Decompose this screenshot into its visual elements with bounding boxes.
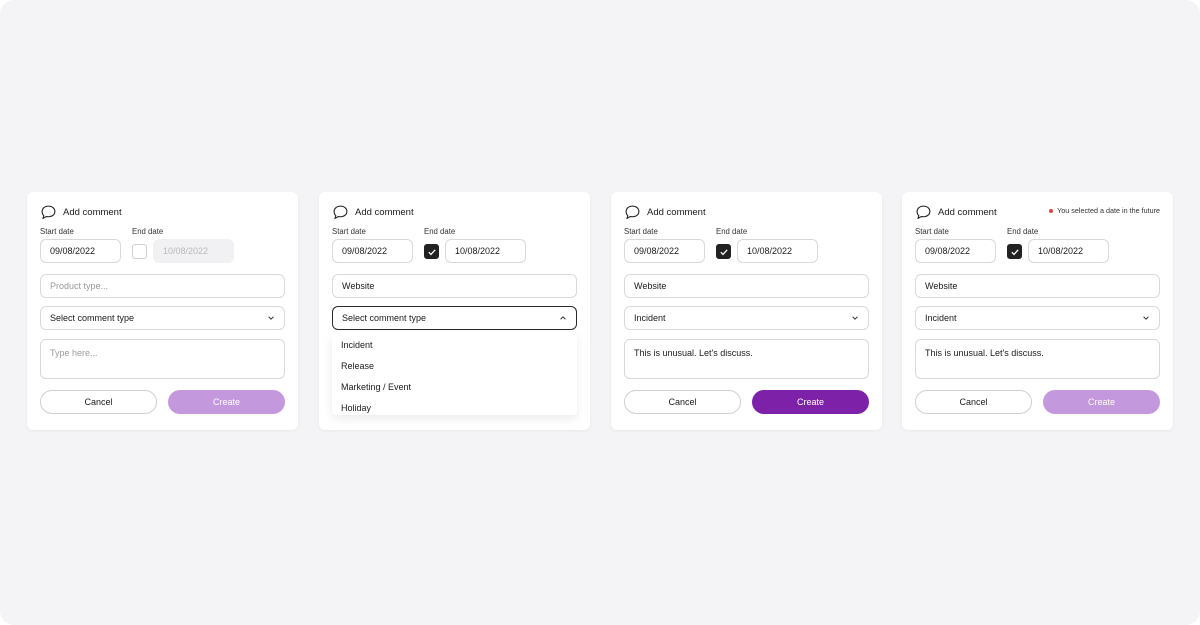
- add-comment-card-warning: Add comment You selected a date in the f…: [902, 192, 1173, 430]
- chevron-down-icon: [852, 316, 858, 320]
- menu-item-marketing-event[interactable]: Marketing / Event: [332, 376, 577, 397]
- end-date-checkbox[interactable]: [132, 244, 147, 259]
- comment-type-select[interactable]: Incident: [915, 306, 1160, 330]
- card-header: Add comment: [624, 203, 706, 221]
- comment-type-select[interactable]: Incident: [624, 306, 869, 330]
- comment-type-select[interactable]: Select comment type: [332, 306, 577, 330]
- chevron-down-icon: [1143, 316, 1149, 320]
- end-date-input[interactable]: 10/08/2022: [153, 239, 234, 263]
- menu-item-incident[interactable]: Incident: [332, 334, 577, 355]
- create-button[interactable]: Create: [1043, 390, 1160, 414]
- select-value: Select comment type: [50, 313, 135, 323]
- cancel-button[interactable]: Cancel: [915, 390, 1032, 414]
- warning-text: You selected a date in the future: [1057, 206, 1160, 215]
- select-value: Select comment type: [342, 313, 427, 323]
- product-type-input[interactable]: Website: [624, 274, 869, 298]
- add-comment-card-empty: Add comment Start date End date 09/08/20…: [27, 192, 298, 430]
- add-comment-card-dropdown: Add comment Start date End date 09/08/20…: [319, 192, 590, 430]
- menu-item-release[interactable]: Release: [332, 355, 577, 376]
- comment-bubble-icon: [916, 205, 931, 219]
- end-date-label: End date: [424, 227, 456, 236]
- cancel-button[interactable]: Cancel: [624, 390, 741, 414]
- comment-bubble-icon: [41, 205, 56, 219]
- comment-textarea[interactable]: This is unusual. Let's discuss.: [915, 339, 1160, 379]
- select-value: Incident: [634, 313, 666, 323]
- card-header: Add comment: [40, 203, 122, 221]
- end-date-checkbox[interactable]: [716, 244, 731, 259]
- add-comment-card-filled: Add comment Start date End date 09/08/20…: [611, 192, 882, 430]
- comment-textarea[interactable]: This is unusual. Let's discuss.: [624, 339, 869, 379]
- start-date-input[interactable]: 09/08/2022: [915, 239, 996, 263]
- start-date-input[interactable]: 09/08/2022: [332, 239, 413, 263]
- card-header: Add comment: [915, 203, 997, 221]
- chevron-up-icon: [560, 316, 566, 320]
- end-date-checkbox[interactable]: [1007, 244, 1022, 259]
- start-date-label: Start date: [624, 227, 658, 236]
- end-date-label: End date: [1007, 227, 1039, 236]
- start-date-input[interactable]: 09/08/2022: [40, 239, 121, 263]
- chevron-down-icon: [268, 316, 274, 320]
- start-date-label: Start date: [40, 227, 74, 236]
- card-title: Add comment: [355, 206, 414, 218]
- end-date-checkbox[interactable]: [424, 244, 439, 259]
- end-date-label: End date: [132, 227, 164, 236]
- comment-type-menu: Incident Release Marketing / Event Holid…: [332, 332, 577, 415]
- check-icon: [720, 249, 728, 256]
- create-button[interactable]: Create: [168, 390, 285, 414]
- select-value: Incident: [925, 313, 957, 323]
- product-type-input[interactable]: Website: [332, 274, 577, 298]
- check-icon: [1011, 249, 1019, 256]
- end-date-label: End date: [716, 227, 748, 236]
- menu-item-holiday[interactable]: Holiday: [332, 397, 577, 418]
- comment-bubble-icon: [333, 205, 348, 219]
- cancel-button[interactable]: Cancel: [40, 390, 157, 414]
- start-date-label: Start date: [332, 227, 366, 236]
- future-date-warning: You selected a date in the future: [1049, 206, 1160, 215]
- comment-type-select[interactable]: Select comment type: [40, 306, 285, 330]
- start-date-label: Start date: [915, 227, 949, 236]
- end-date-input[interactable]: 10/08/2022: [1028, 239, 1109, 263]
- canvas: Add comment Start date End date 09/08/20…: [0, 0, 1200, 625]
- product-type-input[interactable]: Product type...: [40, 274, 285, 298]
- product-type-input[interactable]: Website: [915, 274, 1160, 298]
- card-title: Add comment: [938, 206, 997, 218]
- card-header: Add comment: [332, 203, 414, 221]
- comment-bubble-icon: [625, 205, 640, 219]
- comment-textarea[interactable]: Type here...: [40, 339, 285, 379]
- create-button[interactable]: Create: [752, 390, 869, 414]
- warning-dot-icon: [1049, 208, 1054, 213]
- check-icon: [428, 249, 436, 256]
- end-date-input[interactable]: 10/08/2022: [445, 239, 526, 263]
- card-title: Add comment: [63, 206, 122, 218]
- end-date-input[interactable]: 10/08/2022: [737, 239, 818, 263]
- start-date-input[interactable]: 09/08/2022: [624, 239, 705, 263]
- card-title: Add comment: [647, 206, 706, 218]
